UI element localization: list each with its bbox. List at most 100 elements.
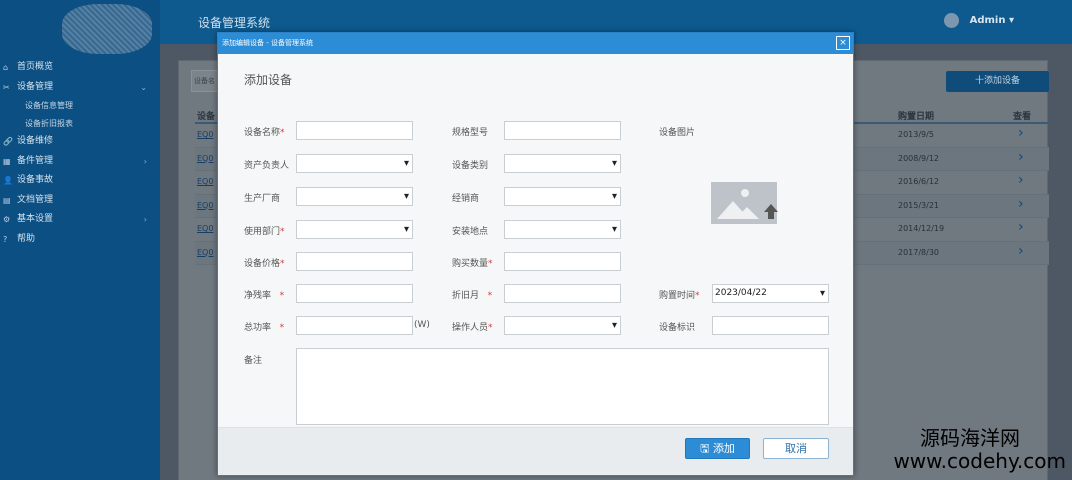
manufacturer-select[interactable] xyxy=(296,187,413,206)
upload-arrow-icon xyxy=(768,211,774,219)
user-icon: 👤 xyxy=(3,176,13,185)
tools-icon: ✂ xyxy=(3,82,10,92)
chevron-right-icon[interactable]: › xyxy=(1018,243,1024,259)
watermark: 源码海洋网 www.codehy.com xyxy=(856,426,1066,472)
label-model: 规格型号 xyxy=(452,128,489,138)
close-icon[interactable]: × xyxy=(836,36,850,50)
user-menu[interactable]: Admin ▾ xyxy=(970,15,1014,26)
sidebar-item-label: 文档管理 xyxy=(17,194,54,205)
chevron-right-icon[interactable]: › xyxy=(1018,219,1024,235)
depreciation-month-input[interactable] xyxy=(504,284,621,303)
label-dealer: 经销商 xyxy=(452,194,480,204)
sidebar-subitem-device-info[interactable]: 设备信息管理 xyxy=(0,97,160,115)
device-code-link[interactable]: EQ0 xyxy=(197,201,213,210)
owner-select[interactable] xyxy=(296,154,413,173)
department-select[interactable] xyxy=(296,220,413,239)
required-mark: * xyxy=(280,128,285,138)
label-text: 购置时间 xyxy=(659,291,696,301)
required-mark: * xyxy=(280,259,285,269)
dealer-select[interactable] xyxy=(504,187,621,206)
device-code-link[interactable]: EQ0 xyxy=(197,177,213,186)
required-mark: * xyxy=(488,323,493,333)
label-device-name: 设备名称* xyxy=(244,125,285,138)
remark-textarea[interactable] xyxy=(296,348,829,425)
app-title: 设备管理系统 xyxy=(198,16,271,30)
gear-icon: ⚙ xyxy=(3,215,11,224)
label-text: 操作人员 xyxy=(452,323,489,333)
sidebar-item-label: 基本设置 xyxy=(17,214,54,224)
sidebar-item-help[interactable]: ? 帮助 xyxy=(0,230,160,250)
add-device-button[interactable]: 十添加设备 xyxy=(946,71,1049,92)
purchase-date: 2017/8/30 xyxy=(898,247,940,257)
chevron-right-icon: › xyxy=(143,215,147,224)
label-device-tag: 设备标识 xyxy=(659,323,696,333)
label-text: 总功率 xyxy=(244,323,272,333)
label-operator: 操作人员* xyxy=(452,320,493,333)
quantity-input[interactable] xyxy=(504,252,621,271)
residual-rate-input[interactable] xyxy=(296,284,413,303)
label-department: 使用部门* xyxy=(244,224,285,237)
purchase-date: 2008/9/12 xyxy=(898,153,940,163)
dialog-title: 添加编辑设备 - 设备管理系统 xyxy=(222,39,313,47)
price-input[interactable] xyxy=(296,252,413,271)
device-photo-upload[interactable] xyxy=(711,182,778,224)
label-depreciation-month: 折旧月 * xyxy=(452,288,492,301)
sidebar-subitem-depreciation-report[interactable]: 设备折旧报表 xyxy=(0,115,160,133)
form-title: 添加设备 xyxy=(244,73,293,87)
chevron-right-icon: › xyxy=(143,156,147,166)
required-mark: * xyxy=(279,323,285,333)
label-text: 购买数量 xyxy=(452,259,489,269)
label-residual-rate: 净残率 * xyxy=(244,288,284,301)
grid-icon: ▦ xyxy=(3,156,11,166)
save-icon: 🖫 xyxy=(700,442,710,455)
sidebar-item-label: 设备事故 xyxy=(17,175,54,185)
dialog-footer: 🖫 添加 取消 xyxy=(218,427,853,475)
sidebar-item-label: 备件管理 xyxy=(17,155,54,166)
add-button[interactable]: 🖫 添加 xyxy=(685,438,750,459)
sidebar-item-accidents[interactable]: 👤 设备事故 xyxy=(0,171,160,191)
label-device-photo: 设备图片 xyxy=(659,128,696,138)
home-icon: ⌂ xyxy=(3,63,9,72)
label-location: 安装地点 xyxy=(452,227,489,237)
purchase-date: 2014/12/19 xyxy=(898,224,945,233)
device-tag-input[interactable] xyxy=(712,316,829,335)
sidebar-nav: ⌂ 首页概览 ✂ 设备管理 ⌄ 设备信息管理 设备折旧报表 🔗 设备维修 ▦ 备… xyxy=(0,58,160,249)
sidebar-item-home[interactable]: ⌂ 首页概览 xyxy=(0,58,160,78)
purchase-time-picker[interactable]: 2023/04/22 xyxy=(712,284,829,303)
column-header-device: 设备 xyxy=(197,112,216,122)
chevron-right-icon[interactable]: › xyxy=(1018,172,1024,188)
device-code-link[interactable]: EQ0 xyxy=(197,224,213,233)
sidebar-item-label: 设备维修 xyxy=(17,136,54,146)
search-placeholder: 设备名 xyxy=(194,77,215,85)
watermark-line1: 源码海洋网 xyxy=(920,426,1020,450)
required-mark: * xyxy=(280,227,285,237)
avatar[interactable] xyxy=(944,13,959,28)
operator-select[interactable] xyxy=(504,316,621,335)
label-category: 设备类别 xyxy=(452,161,489,171)
sidebar-item-repair[interactable]: 🔗 设备维修 xyxy=(0,132,160,152)
category-select[interactable] xyxy=(504,154,621,173)
chevron-right-icon[interactable]: › xyxy=(1018,149,1024,165)
device-code-link[interactable]: EQ0 xyxy=(197,248,213,257)
dialog-body: 添加设备 设备名称* 规格型号 设备图片 资产负责人 设备类别 生产厂商 经销商… xyxy=(218,54,853,429)
chevron-right-icon[interactable]: › xyxy=(1018,125,1024,141)
device-code-link[interactable]: EQ0 xyxy=(197,154,213,163)
sidebar-item-device-management[interactable]: ✂ 设备管理 ⌄ xyxy=(0,78,160,98)
sidebar-item-settings[interactable]: ⚙ 基本设置 › xyxy=(0,210,160,230)
location-select[interactable] xyxy=(504,220,621,239)
power-unit: (W) xyxy=(414,320,430,330)
device-name-input[interactable] xyxy=(296,121,413,140)
sidebar: ⌂ 首页概览 ✂ 设备管理 ⌄ 设备信息管理 设备折旧报表 🔗 设备维修 ▦ 备… xyxy=(0,0,160,480)
total-power-input[interactable] xyxy=(296,316,413,335)
purchase-date: 2015/3/21 xyxy=(898,200,940,210)
model-input[interactable] xyxy=(504,121,621,140)
sidebar-item-documents[interactable]: ▤ 文档管理 xyxy=(0,191,160,211)
sidebar-item-spare-parts[interactable]: ▦ 备件管理 › xyxy=(0,152,160,172)
cancel-button[interactable]: 取消 xyxy=(763,438,829,459)
chevron-right-icon[interactable]: › xyxy=(1018,196,1024,212)
column-header-purchase-date: 购置日期 xyxy=(898,112,935,122)
device-code-link[interactable]: EQ0 xyxy=(197,130,213,139)
link-icon: 🔗 xyxy=(3,137,13,146)
required-mark: * xyxy=(488,259,493,269)
required-mark: * xyxy=(695,291,700,301)
